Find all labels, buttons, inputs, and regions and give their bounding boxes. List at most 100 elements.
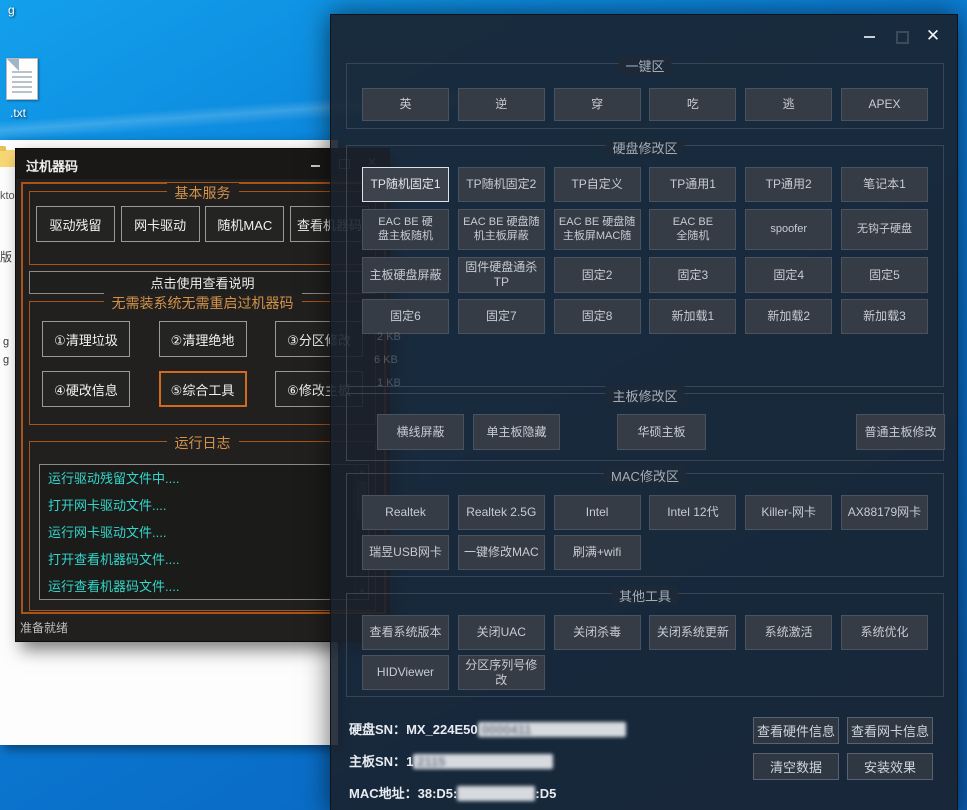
log-line: 运行查看机器码文件.... [40, 573, 368, 600]
section-title: MAC修改区 [604, 466, 686, 485]
minimize-icon[interactable] [309, 155, 323, 171]
disk-button[interactable]: 固定7 [458, 299, 545, 334]
one-key-button[interactable]: 英 [362, 88, 449, 121]
view-hardware-info-button[interactable]: 查看硬件信息 [753, 717, 839, 744]
mac-button[interactable]: Realtek 2.5G [458, 495, 545, 530]
mac-button[interactable]: Intel 12代 [649, 495, 736, 530]
log-line: 打开网卡驱动文件.... [40, 492, 368, 519]
disk-button[interactable]: EAC BE 全随机 [649, 209, 736, 250]
board-button[interactable]: 普通主板修改 [856, 414, 945, 450]
basic-service-button[interactable]: 驱动残留 [36, 206, 115, 242]
board-sn-row: 主板SN：12115 [349, 751, 553, 770]
tool-button[interactable]: HIDViewer [362, 655, 449, 690]
tool-button[interactable]: 关闭系统更新 [649, 615, 736, 650]
group-no-reinstall: 无需装系统无需重启过机器码 ①清理垃圾②清理绝地③分区修改④硬改信息⑤综合工具⑥… [29, 301, 376, 425]
disk-button[interactable]: 固定2 [554, 257, 641, 293]
install-effect-button[interactable]: 安装效果 [847, 753, 933, 780]
board-sn-value: 1 [406, 754, 413, 769]
tool-button[interactable]: 系统激活 [745, 615, 832, 650]
step-button[interactable]: ⑤综合工具 [159, 371, 247, 407]
text-file-label[interactable]: .txt [10, 106, 26, 120]
mac-button[interactable]: 一键修改MAC [458, 535, 545, 570]
disk-button[interactable]: TP随机固定2 [458, 167, 545, 202]
disk-button[interactable]: 新加载3 [841, 299, 928, 334]
clear-data-button[interactable]: 清空数据 [753, 753, 839, 780]
board-button[interactable]: 单主板隐藏 [473, 414, 560, 450]
disk-button[interactable]: TP自定义 [554, 167, 641, 202]
mac-button[interactable]: AX88179网卡 [841, 495, 928, 530]
tool-button[interactable]: 关闭杀毒 [554, 615, 641, 650]
mac-button[interactable]: Killer-网卡 [745, 495, 832, 530]
step-button[interactable]: ②清理绝地 [159, 321, 247, 357]
section-board-modify: 主板修改区 横线屏蔽 单主板隐藏 华硕主板 普通主板修改 [346, 393, 944, 461]
disk-button[interactable]: 固定8 [554, 299, 641, 334]
explorer-text-fragment: g [3, 336, 9, 348]
one-key-button[interactable]: APEX [841, 88, 928, 121]
disk-button[interactable]: EAC BE 硬盘随 主板屏MAC随 [554, 209, 641, 250]
basic-service-button[interactable]: 随机MAC [205, 206, 284, 242]
maximize-icon[interactable] [893, 27, 909, 45]
section-mac-modify: MAC修改区 RealtekRealtek 2.5GIntelIntel 12代… [346, 473, 944, 577]
one-key-button[interactable]: 穿 [554, 88, 641, 121]
hdd-sn-label: 硬盘SN： [349, 722, 406, 737]
mac-button[interactable]: Realtek [362, 495, 449, 530]
board-sn-label: 主板SN： [349, 754, 406, 769]
hdd-sn-row: 硬盘SN：MX_224E500000411 [349, 719, 626, 738]
disk-button[interactable]: 固定5 [841, 257, 928, 293]
hdd-sn-value: MX_224E50 [406, 722, 478, 737]
minimize-icon[interactable] [861, 27, 877, 45]
mac-redacted [457, 786, 535, 801]
step-button[interactable]: ④硬改信息 [42, 371, 130, 407]
disk-button[interactable]: 新加载1 [649, 299, 736, 334]
log-line: 运行驱动残留文件中.... [40, 465, 368, 492]
close-icon[interactable]: ✕ [925, 27, 941, 45]
group-title: 无需装系统无需重启过机器码 [104, 293, 302, 313]
explorer-text-fragment: 版 [0, 248, 12, 265]
tool-button[interactable]: 系统优化 [841, 615, 928, 650]
tool-button[interactable]: 分区序列号修改 [458, 655, 545, 690]
text-file-icon[interactable] [6, 58, 38, 100]
log-listbox[interactable]: 运行驱动残留文件中....打开网卡驱动文件....运行网卡驱动文件....打开查… [39, 464, 369, 600]
one-key-button[interactable]: 逃 [745, 88, 832, 121]
mac-button[interactable]: 瑞昱USB网卡 [362, 535, 449, 570]
disk-button[interactable]: 固定3 [649, 257, 736, 293]
desktop-icon-label-fragment[interactable]: g [8, 3, 15, 17]
disk-button[interactable]: 主板硬盘屏蔽 [362, 257, 449, 293]
section-title: 主板修改区 [605, 386, 684, 405]
disk-button[interactable]: 新加载2 [745, 299, 832, 334]
tool-button[interactable]: 查看系统版本 [362, 615, 449, 650]
disk-button[interactable]: 无钩子硬盘 [841, 209, 928, 250]
section-disk-modify: 硬盘修改区 TP随机固定1TP随机固定2TP自定义TP通用1TP通用2笔记本1 … [346, 145, 944, 387]
board-button[interactable]: 华硕主板 [617, 414, 706, 450]
group-title: 基本服务 [167, 183, 239, 203]
disk-button[interactable]: TP随机固定1 [362, 167, 449, 202]
disk-button[interactable]: 固件硬盘通杀TP [458, 257, 545, 293]
mac-suffix: :D5 [535, 786, 556, 801]
board-button[interactable]: 横线屏蔽 [377, 414, 464, 450]
section-title: 其他工具 [612, 586, 678, 605]
usage-help-button[interactable]: 点击使用查看说明 [29, 271, 376, 294]
log-line: 打开查看机器码文件.... [40, 546, 368, 573]
one-key-button[interactable]: 逆 [458, 88, 545, 121]
section-other-tools: 其他工具 查看系统版本关闭UAC关闭杀毒关闭系统更新系统激活系统优化 HIDVi… [346, 593, 944, 697]
disk-button[interactable]: EAC BE 硬盘随 机主板屏蔽 [458, 209, 545, 250]
group-basic-services: 基本服务 驱动残留网卡驱动随机MAC查看机器码 [29, 191, 376, 265]
disk-button[interactable]: TP通用1 [649, 167, 736, 202]
step-button[interactable]: ①清理垃圾 [42, 321, 130, 357]
mac-button[interactable]: Intel [554, 495, 641, 530]
window-title: 过机器码 [26, 156, 78, 175]
disk-button[interactable]: 固定4 [745, 257, 832, 293]
mac-button[interactable]: 刷满+wifi [554, 535, 641, 570]
section-title: 硬盘修改区 [605, 138, 684, 157]
status-bar-text: 准备就绪 [20, 619, 68, 636]
basic-service-button[interactable]: 网卡驱动 [121, 206, 200, 242]
disk-button[interactable]: 笔记本1 [841, 167, 928, 202]
tool-button[interactable]: 关闭UAC [458, 615, 545, 650]
view-nic-info-button[interactable]: 查看网卡信息 [847, 717, 933, 744]
modifier-tool-window: ✕ 一键区 英逆穿吃逃APEX 硬盘修改区 TP随机固定1TP随机固定2TP自定… [330, 14, 958, 810]
disk-button[interactable]: 固定6 [362, 299, 449, 334]
disk-button[interactable]: spoofer [745, 209, 832, 250]
disk-button[interactable]: TP通用2 [745, 167, 832, 202]
one-key-button[interactable]: 吃 [649, 88, 736, 121]
disk-button[interactable]: EAC BE 硬 盘主板随机 [362, 209, 449, 250]
